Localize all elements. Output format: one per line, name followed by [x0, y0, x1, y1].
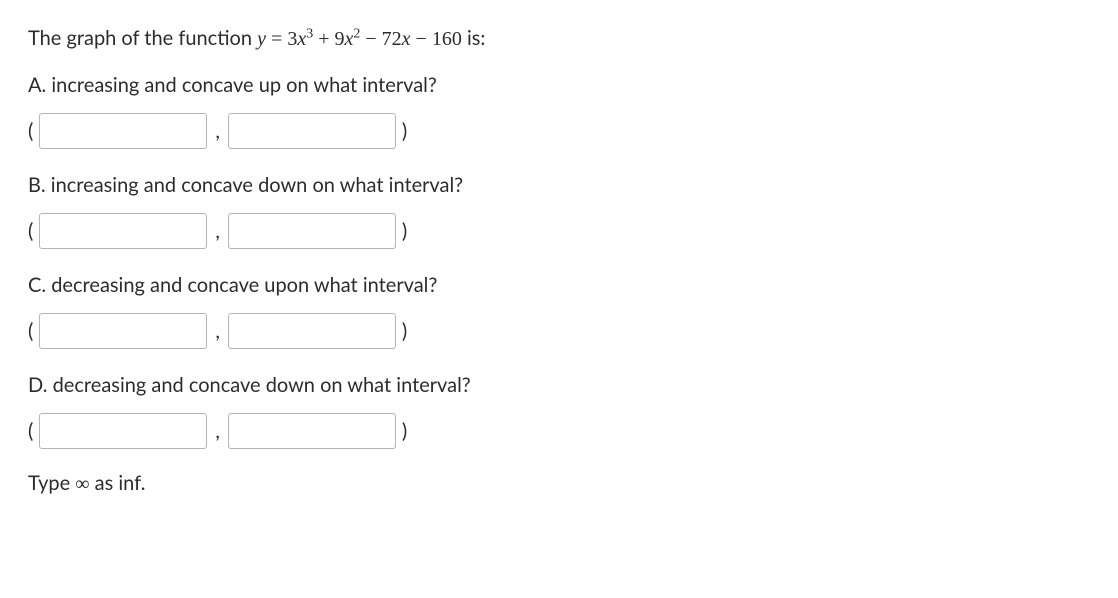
- part-a-label: A. increasing and concave up on what int…: [28, 71, 1090, 99]
- part-c-input-1[interactable]: [39, 313, 207, 349]
- part-d-label: D. decreasing and concave down on what i…: [28, 371, 1090, 399]
- open-paren: (: [28, 419, 33, 443]
- part-d: D. decreasing and concave down on what i…: [28, 371, 1090, 449]
- part-b-input-1[interactable]: [39, 213, 207, 249]
- close-paren: ): [402, 119, 407, 143]
- part-c-label: C. decreasing and concave upon what inte…: [28, 271, 1090, 299]
- close-paren: ): [402, 419, 407, 443]
- comma: ,: [215, 319, 220, 349]
- comma: ,: [215, 419, 220, 449]
- hint-prefix: Type: [28, 471, 75, 495]
- open-paren: (: [28, 319, 33, 343]
- part-a-interval: ( , ): [28, 113, 1090, 149]
- part-a: A. increasing and concave up on what int…: [28, 71, 1090, 149]
- part-b-input-2[interactable]: [228, 213, 396, 249]
- comma: ,: [215, 219, 220, 249]
- intro-prefix: The graph of the function: [28, 26, 257, 50]
- part-a-input-2[interactable]: [228, 113, 396, 149]
- part-b: B. increasing and concave down on what i…: [28, 171, 1090, 249]
- infinity-symbol: ∞: [75, 473, 89, 495]
- equation: y = 3x3 + 9x2 − 72x − 160: [257, 28, 462, 50]
- intro-suffix: is:: [462, 26, 486, 50]
- open-paren: (: [28, 219, 33, 243]
- close-paren: ): [402, 319, 407, 343]
- part-b-interval: ( , ): [28, 213, 1090, 249]
- part-c-input-2[interactable]: [228, 313, 396, 349]
- hint-suffix: as inf.: [90, 471, 146, 495]
- part-d-input-2[interactable]: [228, 413, 396, 449]
- part-a-input-1[interactable]: [39, 113, 207, 149]
- close-paren: ): [402, 219, 407, 243]
- part-c-interval: ( , ): [28, 313, 1090, 349]
- part-c: C. decreasing and concave upon what inte…: [28, 271, 1090, 349]
- comma: ,: [215, 119, 220, 149]
- hint: Type ∞ as inf.: [28, 471, 1090, 496]
- part-d-interval: ( , ): [28, 413, 1090, 449]
- question-intro: The graph of the function y = 3x3 + 9x2 …: [28, 24, 1090, 53]
- part-b-label: B. increasing and concave down on what i…: [28, 171, 1090, 199]
- open-paren: (: [28, 119, 33, 143]
- part-d-input-1[interactable]: [39, 413, 207, 449]
